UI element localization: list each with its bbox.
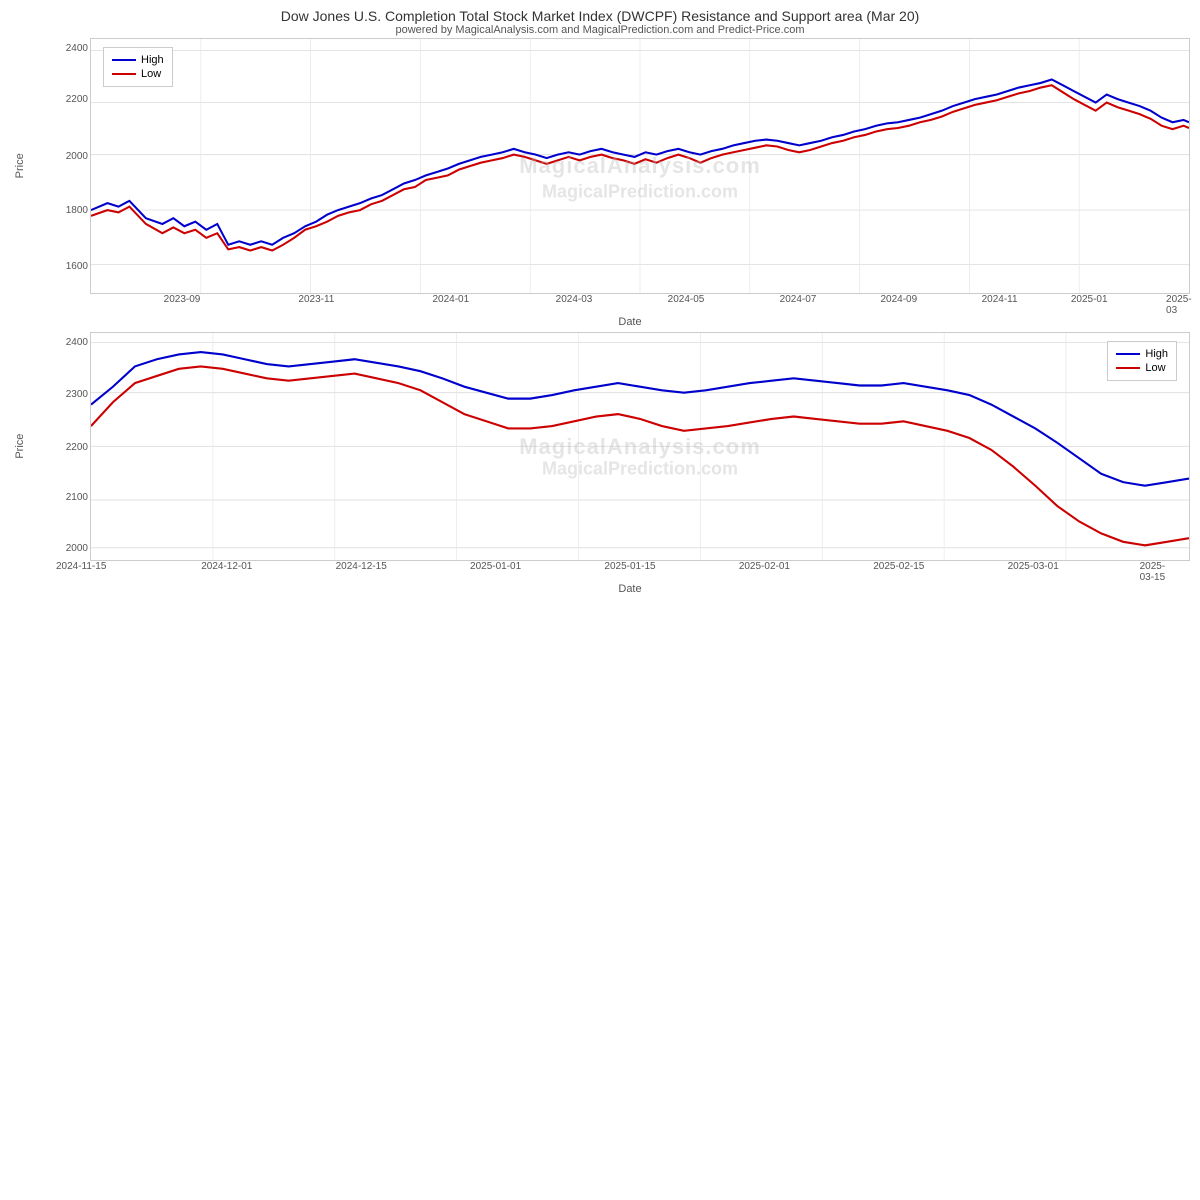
x1-label-8: 2024-11	[982, 294, 1018, 305]
legend2-high: High	[1116, 348, 1168, 360]
legend-high: High	[112, 54, 164, 66]
chart1-y-ticks: Price	[10, 38, 52, 294]
chart1-x-axis-label: Date	[70, 316, 1190, 328]
chart2-y-ticks: Price	[10, 332, 52, 561]
page-subtitle: powered by MagicalAnalysis.com and Magic…	[0, 24, 1200, 36]
legend2-high-label: High	[1145, 348, 1168, 360]
legend-low-label: Low	[141, 68, 161, 80]
chart2-svg	[91, 333, 1189, 560]
chart1-y-numbers: 2400 2200 2000 1800 1600	[52, 38, 90, 294]
x2-label-7: 2025-02-15	[873, 561, 924, 572]
x2-label-5: 2025-01-15	[604, 561, 655, 572]
chart1-svg	[91, 39, 1189, 293]
chart2-x-axis: 2024-11-15 2024-12-01 2024-12-15 2025-01…	[70, 561, 1190, 583]
chart2-inner: 2400 2300 2200 2100 2000 MagicalAnalysis…	[52, 332, 1190, 561]
x2-label-8: 2025-03-01	[1008, 561, 1059, 572]
legend2-high-line	[1116, 353, 1140, 355]
x1-label-7: 2024-09	[880, 294, 917, 305]
x1-label-9: 2025-01	[1071, 294, 1108, 305]
chart1-legend: High Low	[103, 47, 173, 87]
main-container: Dow Jones U.S. Completion Total Stock Ma…	[0, 0, 1200, 600]
x1-label-3: 2024-01	[432, 294, 469, 305]
y1-1600: 1600	[66, 261, 88, 272]
x1-label-5: 2024-05	[668, 294, 705, 305]
x2-label-3: 2024-12-15	[336, 561, 387, 572]
legend-high-line	[112, 59, 136, 61]
charts-container: Price 2400 2200 2000 1800 1600 MagicalAn…	[0, 38, 1200, 600]
x1-label-2: 2023-11	[298, 294, 334, 305]
chart2-x-labels: 2024-11-15 2024-12-01 2024-12-15 2025-01…	[70, 561, 1190, 583]
chart2-x-axis-label: Date	[70, 583, 1190, 595]
chart1-x-labels: 2023-09 2023-11 2024-01 2024-03 2024-05 …	[70, 294, 1190, 316]
x1-label-4: 2024-03	[556, 294, 593, 305]
x1-label-6: 2024-07	[780, 294, 817, 305]
x2-label-1: 2024-11-15	[56, 561, 106, 572]
y2-2000: 2000	[66, 543, 88, 554]
legend-high-label: High	[141, 54, 164, 66]
y2-2500: 2400	[66, 337, 88, 348]
chart2-with-yaxis: Price 2400 2300 2200 2100 2000 MagicalAn…	[10, 332, 1190, 561]
x2-label-6: 2025-02-01	[739, 561, 790, 572]
chart2-y-numbers: 2400 2300 2200 2100 2000	[52, 332, 90, 561]
legend-low-line	[112, 73, 136, 75]
chart2-legend: High Low	[1107, 341, 1177, 381]
y1-1800: 1800	[66, 205, 88, 216]
chart1-area: MagicalAnalysis.com MagicalPrediction.co…	[90, 38, 1190, 294]
chart1-section: Price 2400 2200 2000 1800 1600 MagicalAn…	[10, 38, 1190, 328]
chart1-y-label: Price	[10, 38, 30, 294]
y2-2200: 2200	[66, 442, 88, 453]
y1-2500: 2400	[66, 43, 88, 54]
chart2-low-line	[91, 367, 1189, 546]
chart2-section: Price 2400 2300 2200 2100 2000 MagicalAn…	[10, 332, 1190, 595]
chart2-y-label: Price	[10, 332, 30, 561]
y1-2000: 2000	[66, 151, 88, 162]
x1-label-1: 2023-09	[164, 294, 201, 305]
x2-label-4: 2025-01-01	[470, 561, 521, 572]
page-title: Dow Jones U.S. Completion Total Stock Ma…	[0, 8, 1200, 24]
y2-2300: 2300	[66, 389, 88, 400]
legend2-low: Low	[1116, 362, 1168, 374]
x2-label-9: 2025-03-15	[1140, 561, 1174, 583]
chart1-x-axis: 2023-09 2023-11 2024-01 2024-03 2024-05 …	[70, 294, 1190, 316]
x2-label-2: 2024-12-01	[201, 561, 252, 572]
y1-2200: 2200	[66, 94, 88, 105]
y2-2100: 2100	[66, 492, 88, 503]
legend-low: Low	[112, 68, 164, 80]
chart1-inner: 2400 2200 2000 1800 1600 MagicalAnalysis…	[52, 38, 1190, 294]
header: Dow Jones U.S. Completion Total Stock Ma…	[0, 0, 1200, 38]
legend2-low-line	[1116, 367, 1140, 369]
chart1-with-yaxis: Price 2400 2200 2000 1800 1600 MagicalAn…	[10, 38, 1190, 294]
legend2-low-label: Low	[1145, 362, 1165, 374]
chart2-area: MagicalAnalysis.com MagicalPrediction.co…	[90, 332, 1190, 561]
x1-label-10: 2025-03	[1166, 294, 1192, 316]
